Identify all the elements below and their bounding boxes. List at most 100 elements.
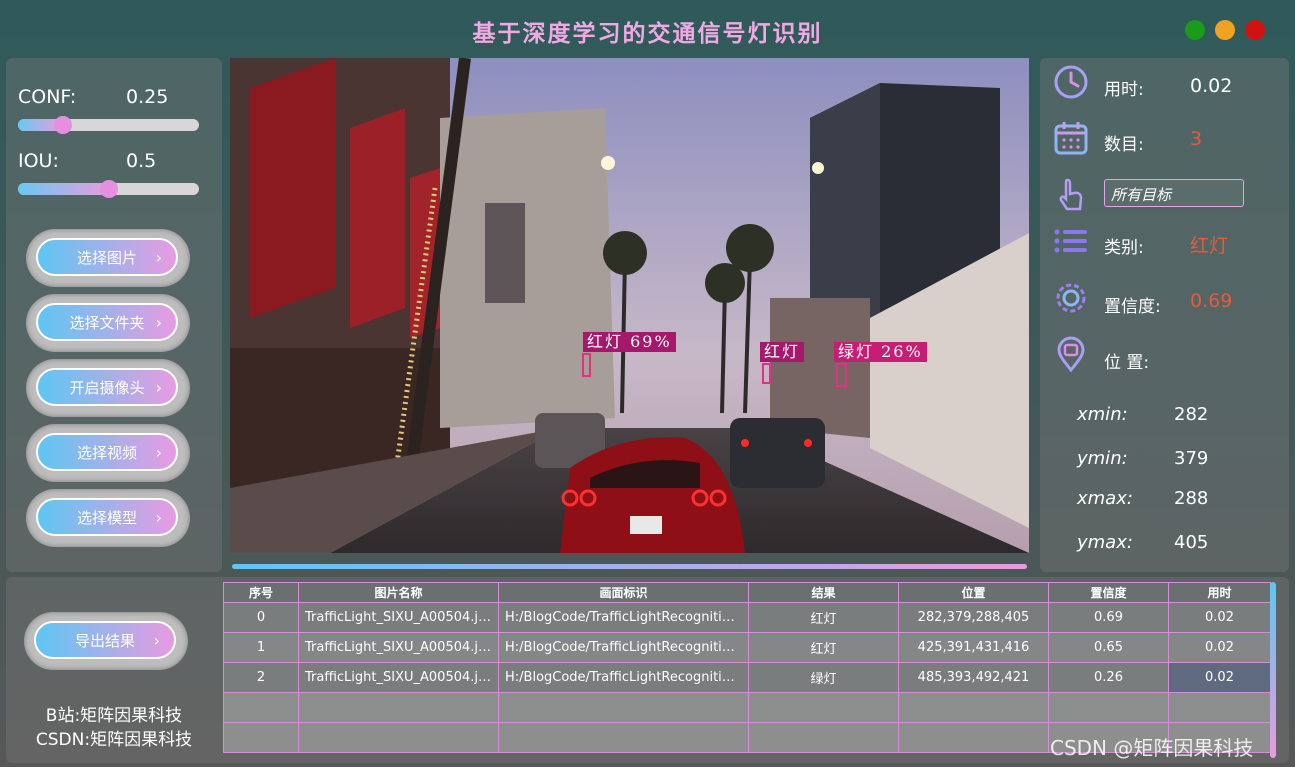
table-cell[interactable]: TrafficLight_SIXU_A00504.jpg <box>298 632 499 663</box>
select-video-label: 选择视频 <box>76 443 137 462</box>
table-cell[interactable] <box>298 722 499 753</box>
table-cell[interactable]: 485,393,492,421 <box>898 662 1049 693</box>
close-button[interactable] <box>1245 20 1265 40</box>
detection-box-red-light-2 <box>762 363 771 384</box>
table-header-row: 序号 图片名称 画面标识 结果 位置 置信度 用时 <box>223 582 1271 603</box>
select-folder-button[interactable]: 选择文件夹 › <box>36 303 178 341</box>
select-model-button[interactable]: 选择模型 › <box>36 498 178 536</box>
time-value: 0.02 <box>1190 75 1233 97</box>
select-image-button[interactable]: 选择图片 › <box>36 238 178 276</box>
table-cell[interactable]: H:/BlogCode/TrafficLightRecognition/... <box>498 632 749 663</box>
ymax-label: ymax: <box>1077 532 1133 553</box>
table-row[interactable]: 2 TrafficLight_SIXU_A00504.jpg H:/BlogCo… <box>223 662 1271 693</box>
table-cell[interactable] <box>898 692 1049 723</box>
iou-slider-fill <box>18 183 109 195</box>
results-table: 序号 图片名称 画面标识 结果 位置 置信度 用时 0 TrafficLight… <box>223 582 1271 753</box>
table-row[interactable]: 0 TrafficLight_SIXU_A00504.jpg H:/BlogCo… <box>223 602 1271 633</box>
xmax-label: xmax: <box>1077 488 1133 509</box>
chevron-right-icon: › <box>155 443 162 462</box>
column-header-path[interactable]: 画面标识 <box>498 582 749 603</box>
select-model-button-frame: 选择模型 › <box>26 489 190 547</box>
table-cell[interactable]: 0.02 <box>1168 632 1271 663</box>
table-cell[interactable]: 绿灯 <box>748 662 899 693</box>
minimize-button[interactable] <box>1185 20 1205 40</box>
table-scrollbar[interactable] <box>1270 582 1276 758</box>
table-cell[interactable]: 1 <box>223 632 299 663</box>
table-cell[interactable] <box>748 722 899 753</box>
xmax-value: 288 <box>1174 488 1209 509</box>
select-image-label: 选择图片 <box>76 248 137 267</box>
select-model-label: 选择模型 <box>76 508 137 527</box>
right-panel: 用时: 0.02 数目: 3 所有目标 类别: 红灯 置信度: 0.69 位 置… <box>1040 58 1289 572</box>
chevron-right-icon: › <box>155 378 162 397</box>
conf-value: 0.25 <box>126 86 169 108</box>
conf-slider-handle[interactable] <box>54 116 73 134</box>
select-video-button[interactable]: 选择视频 › <box>36 433 178 471</box>
column-header-filename[interactable]: 图片名称 <box>298 582 499 603</box>
list-icon <box>1054 229 1087 253</box>
select-folder-button-frame: 选择文件夹 › <box>26 294 190 352</box>
table-cell[interactable] <box>898 722 1049 753</box>
detection-tag-red-light-1: 红灯 69% <box>583 332 676 352</box>
export-results-button[interactable]: 导出结果 › <box>34 621 176 659</box>
credit-csdn: CSDN:矩阵因果科技 <box>35 730 193 750</box>
conf-slider[interactable] <box>18 116 199 134</box>
table-cell[interactable]: TrafficLight_SIXU_A00504.jpg <box>298 662 499 693</box>
table-cell[interactable] <box>1168 692 1271 723</box>
table-cell[interactable] <box>498 692 749 723</box>
table-cell[interactable] <box>223 692 299 723</box>
iou-slider-handle[interactable] <box>99 180 118 198</box>
target-select-value: 所有目标 <box>1111 186 1172 204</box>
table-cell[interactable]: 282,379,288,405 <box>898 602 1049 633</box>
app-title: 基于深度学习的交通信号灯识别 <box>472 20 823 47</box>
chevron-right-icon: › <box>155 313 162 332</box>
table-cell[interactable]: 0 <box>223 602 299 633</box>
iou-label: IOU: <box>18 150 59 172</box>
table-cell[interactable]: TrafficLight_SIXU_A00504.jpg <box>298 602 499 633</box>
column-header-index[interactable]: 序号 <box>223 582 299 603</box>
table-cell[interactable]: 0.69 <box>1048 602 1169 633</box>
column-header-result[interactable]: 结果 <box>748 582 899 603</box>
table-cell[interactable]: 0.02 <box>1168 602 1271 633</box>
column-header-position[interactable]: 位置 <box>898 582 1049 603</box>
table-cell[interactable] <box>1048 692 1169 723</box>
target-select[interactable]: 所有目标 <box>1104 179 1244 207</box>
ymin-label: ymin: <box>1077 448 1128 469</box>
iou-slider[interactable] <box>18 180 199 198</box>
chevron-right-icon: › <box>153 631 160 650</box>
table-cell[interactable] <box>748 692 899 723</box>
maximize-button[interactable] <box>1215 20 1235 40</box>
position-label: 位 置: <box>1104 353 1150 373</box>
table-row[interactable]: 1 TrafficLight_SIXU_A00504.jpg H:/BlogCo… <box>223 632 1271 663</box>
column-header-confidence[interactable]: 置信度 <box>1048 582 1169 603</box>
detection-box-red-light-1 <box>582 353 591 377</box>
table-cell[interactable] <box>298 692 499 723</box>
table-cell[interactable]: H:/BlogCode/TrafficLightRecognition/... <box>498 602 749 633</box>
table-cell[interactable] <box>498 722 749 753</box>
export-results-label: 导出结果 <box>74 631 135 650</box>
table-cell-selected[interactable]: 0.02 <box>1168 662 1271 693</box>
street-scene-image <box>230 58 1029 553</box>
pointer-hand-icon <box>1059 178 1083 211</box>
open-camera-button[interactable]: 开启摄像头 › <box>36 368 178 406</box>
table-cell[interactable]: 0.65 <box>1048 632 1169 663</box>
table-cell[interactable]: 红灯 <box>748 602 899 633</box>
table-cell[interactable]: 425,391,431,416 <box>898 632 1049 663</box>
watermark-text: CSDN @矩阵因果科技 <box>1050 736 1254 760</box>
progress-bar <box>232 564 1027 569</box>
table-row-empty[interactable] <box>223 692 1271 723</box>
count-value: 3 <box>1190 128 1203 150</box>
select-video-button-frame: 选择视频 › <box>26 424 190 482</box>
table-cell[interactable]: 2 <box>223 662 299 693</box>
table-cell[interactable] <box>223 722 299 753</box>
confidence-value: 0.69 <box>1190 290 1233 312</box>
chevron-right-icon: › <box>155 508 162 527</box>
location-pin-icon <box>1057 336 1085 372</box>
table-cell[interactable]: H:/BlogCode/TrafficLightRecognition/... <box>498 662 749 693</box>
table-cell[interactable]: 0.26 <box>1048 662 1169 693</box>
detection-box-green-light <box>836 363 847 387</box>
chevron-right-icon: › <box>155 248 162 267</box>
select-image-button-frame: 选择图片 › <box>26 229 190 287</box>
table-cell[interactable]: 红灯 <box>748 632 899 663</box>
column-header-time[interactable]: 用时 <box>1168 582 1271 603</box>
